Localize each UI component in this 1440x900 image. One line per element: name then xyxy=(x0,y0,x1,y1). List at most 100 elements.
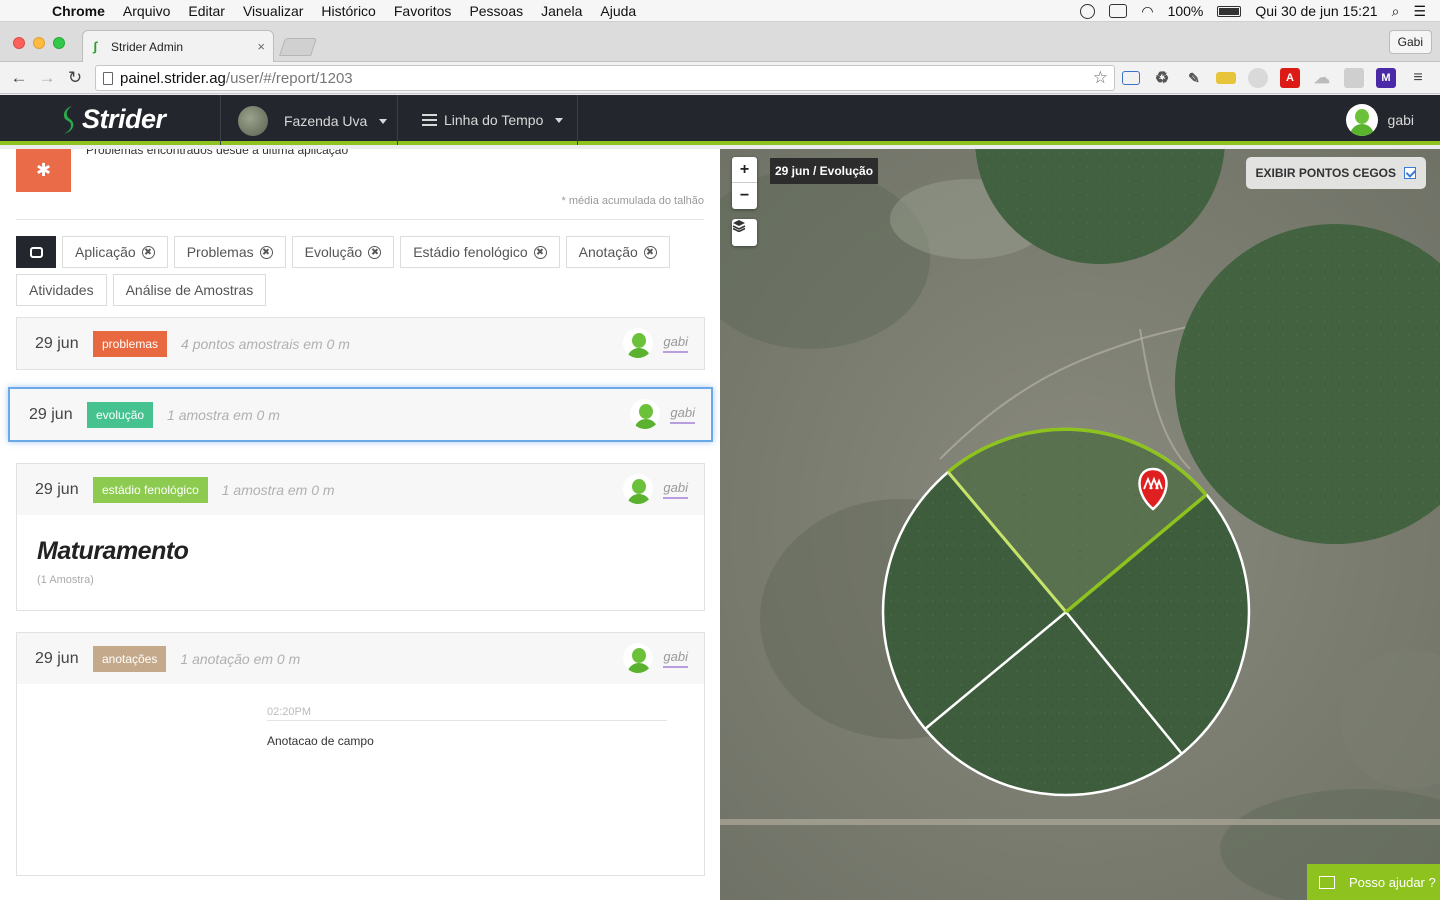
timeline-label: Linha do Tempo xyxy=(444,112,544,128)
problems-description: Problemas encontrados desde a última apl… xyxy=(86,149,349,157)
address-bar[interactable]: painel.strider.ag/user/#/report/1203 ☆ xyxy=(95,65,1115,91)
menu-pessoas[interactable]: Pessoas xyxy=(469,3,523,19)
list-icon xyxy=(422,114,437,126)
user-name: gabi xyxy=(1387,112,1414,128)
back-icon[interactable]: ← xyxy=(8,68,30,88)
m-extension-icon[interactable]: M xyxy=(1376,68,1396,88)
menu-app[interactable]: Chrome xyxy=(52,3,105,19)
menu-janela[interactable]: Janela xyxy=(541,3,582,19)
url-path: /user/#/report/1203 xyxy=(225,69,353,87)
angular-extension-icon[interactable]: A xyxy=(1280,68,1300,88)
bookmark-star-icon[interactable]: ☆ xyxy=(1093,68,1108,88)
timeline-card-selected[interactable]: 29 jun evolução 1 amostra em 0 m gabi xyxy=(8,387,713,442)
sample-count: (1 Amostra) xyxy=(37,574,94,586)
remove-filter-icon[interactable] xyxy=(141,245,155,259)
close-tab-icon[interactable]: × xyxy=(257,39,265,54)
chevron-down-icon xyxy=(379,118,388,124)
remove-filter-icon[interactable] xyxy=(368,245,382,259)
check-status-icon[interactable] xyxy=(1080,3,1096,19)
menu-editar[interactable]: Editar xyxy=(188,3,225,19)
menu-favoritos[interactable]: Favoritos xyxy=(394,3,452,19)
menu-visualizar[interactable]: Visualizar xyxy=(243,3,303,19)
battery-icon[interactable] xyxy=(1217,5,1242,17)
remove-filter-icon[interactable] xyxy=(533,245,547,259)
cast-extension-icon[interactable] xyxy=(1122,71,1140,85)
card-user[interactable]: gabi xyxy=(670,405,695,424)
timeline-card[interactable]: 29 jun estádio fenológico 1 amostra em 0… xyxy=(16,463,705,611)
zoom-in-button[interactable]: + xyxy=(732,157,757,183)
stage-title: Maturamento xyxy=(37,537,189,565)
avatar xyxy=(630,399,661,429)
spotlight-icon[interactable]: ⌕ xyxy=(1392,3,1400,20)
remove-filter-icon[interactable] xyxy=(643,245,657,259)
card-user[interactable]: gabi xyxy=(663,649,688,668)
blind-spots-toggle[interactable]: EXIBIR PONTOS CEGOS xyxy=(1245,157,1426,189)
blind-spots-label: EXIBIR PONTOS CEGOS xyxy=(1255,166,1396,180)
layers-button[interactable] xyxy=(732,219,757,246)
timeline-card[interactable]: 29 jun anotações 1 anotação em 0 m gabi … xyxy=(16,632,705,876)
picker-extension-icon[interactable]: ✎ xyxy=(1184,68,1204,88)
help-chat-button[interactable]: Posso ajudar ? xyxy=(1307,864,1440,900)
card-meta: 1 anotação em 0 m xyxy=(180,650,301,667)
menu-historico[interactable]: Histórico xyxy=(321,3,375,19)
satellite-map[interactable]: + − 29 jun / Evolução EXIBIR PONTOS CEGO… xyxy=(720,149,1440,900)
divider xyxy=(16,219,704,220)
card-date: 29 jun xyxy=(35,649,79,667)
filter-bar: Aplicação Problemas Evolução Estádio fen… xyxy=(16,236,706,312)
browser-tab[interactable]: ʃ Strider Admin × xyxy=(82,30,274,62)
reload-icon[interactable]: ↻ xyxy=(64,68,86,88)
note-text: Anotacao de campo xyxy=(267,734,374,748)
tab-title: Strider Admin xyxy=(111,39,184,54)
timeline-card[interactable]: 29 jun problemas 4 pontos amostrais em 0… xyxy=(16,317,705,370)
chrome-menu-icon[interactable]: ≡ xyxy=(1408,68,1428,88)
tag-anotacoes: anotações xyxy=(93,645,167,672)
farm-selector[interactable]: Fazenda Uva xyxy=(238,106,388,136)
close-window-button[interactable] xyxy=(13,37,25,49)
minimize-window-button[interactable] xyxy=(33,37,45,49)
card-meta: 1 amostra em 0 m xyxy=(167,406,280,423)
new-tab-button[interactable] xyxy=(279,38,317,56)
menu-ajuda[interactable]: Ajuda xyxy=(600,3,636,19)
forward-icon[interactable]: → xyxy=(36,68,58,88)
user-menu[interactable]: gabi xyxy=(1345,104,1414,136)
recycle-extension-icon[interactable]: ♻ xyxy=(1152,68,1172,88)
remove-filter-icon[interactable] xyxy=(259,245,273,259)
browser-toolbar: ← → ↻ painel.strider.ag/user/#/report/12… xyxy=(0,62,1440,94)
filter-label: Anotação xyxy=(578,244,638,260)
filter-estadio-fenologico[interactable]: Estádio fenológico xyxy=(400,236,560,268)
browser-tabstrip: ʃ Strider Admin × Gabi xyxy=(0,22,1440,62)
note-time: 02:20PM xyxy=(267,706,667,721)
card-user[interactable]: gabi xyxy=(663,480,688,499)
header-divider xyxy=(397,95,398,145)
puzzle-extension-icon[interactable] xyxy=(1344,68,1364,88)
profile-button[interactable]: Gabi xyxy=(1388,30,1432,54)
card-user[interactable]: gabi xyxy=(663,334,688,353)
zoom-out-button[interactable]: − xyxy=(732,183,757,209)
help-label: Posso ajudar ? xyxy=(1349,874,1436,890)
card-meta: 1 amostra em 0 m xyxy=(221,481,335,498)
avatar xyxy=(1345,104,1378,136)
wifi-icon[interactable]: ◠ xyxy=(1141,3,1153,20)
header-divider xyxy=(220,95,221,145)
menu-arquivo[interactable]: Arquivo xyxy=(123,3,170,19)
strider-favicon: ʃ xyxy=(93,38,98,54)
ruler-extension-icon[interactable] xyxy=(1216,72,1236,84)
filter-aplicacao[interactable]: Aplicação xyxy=(62,236,168,268)
filter-atividades[interactable]: Atividades xyxy=(16,274,107,306)
filter-evolucao[interactable]: Evolução xyxy=(291,236,395,268)
app-header: Strider Fazenda Uva Linha do Tempo gabi xyxy=(0,95,1440,145)
filter-anotacao[interactable]: Anotação xyxy=(565,236,670,268)
filter-problemas[interactable]: Problemas xyxy=(173,236,286,268)
airplay-icon[interactable] xyxy=(1109,4,1128,18)
strider-logo[interactable]: Strider xyxy=(60,104,166,135)
notification-center-icon[interactable]: ☰ xyxy=(1413,3,1426,20)
maximize-window-button[interactable] xyxy=(53,37,65,49)
clock[interactable]: Qui 30 de jun 15:21 xyxy=(1255,3,1377,19)
camera-filter-button[interactable] xyxy=(16,236,56,268)
timeline-menu[interactable]: Linha do Tempo xyxy=(422,112,564,128)
accumulated-average-note: * média acumulada do talhão xyxy=(561,195,704,207)
blind-spots-checkbox[interactable] xyxy=(1404,167,1416,179)
ghost-extension-icon[interactable] xyxy=(1248,68,1268,88)
filter-analise-amostras[interactable]: Análise de Amostras xyxy=(112,274,267,306)
cloud-extension-icon[interactable]: ☁ xyxy=(1312,68,1332,88)
